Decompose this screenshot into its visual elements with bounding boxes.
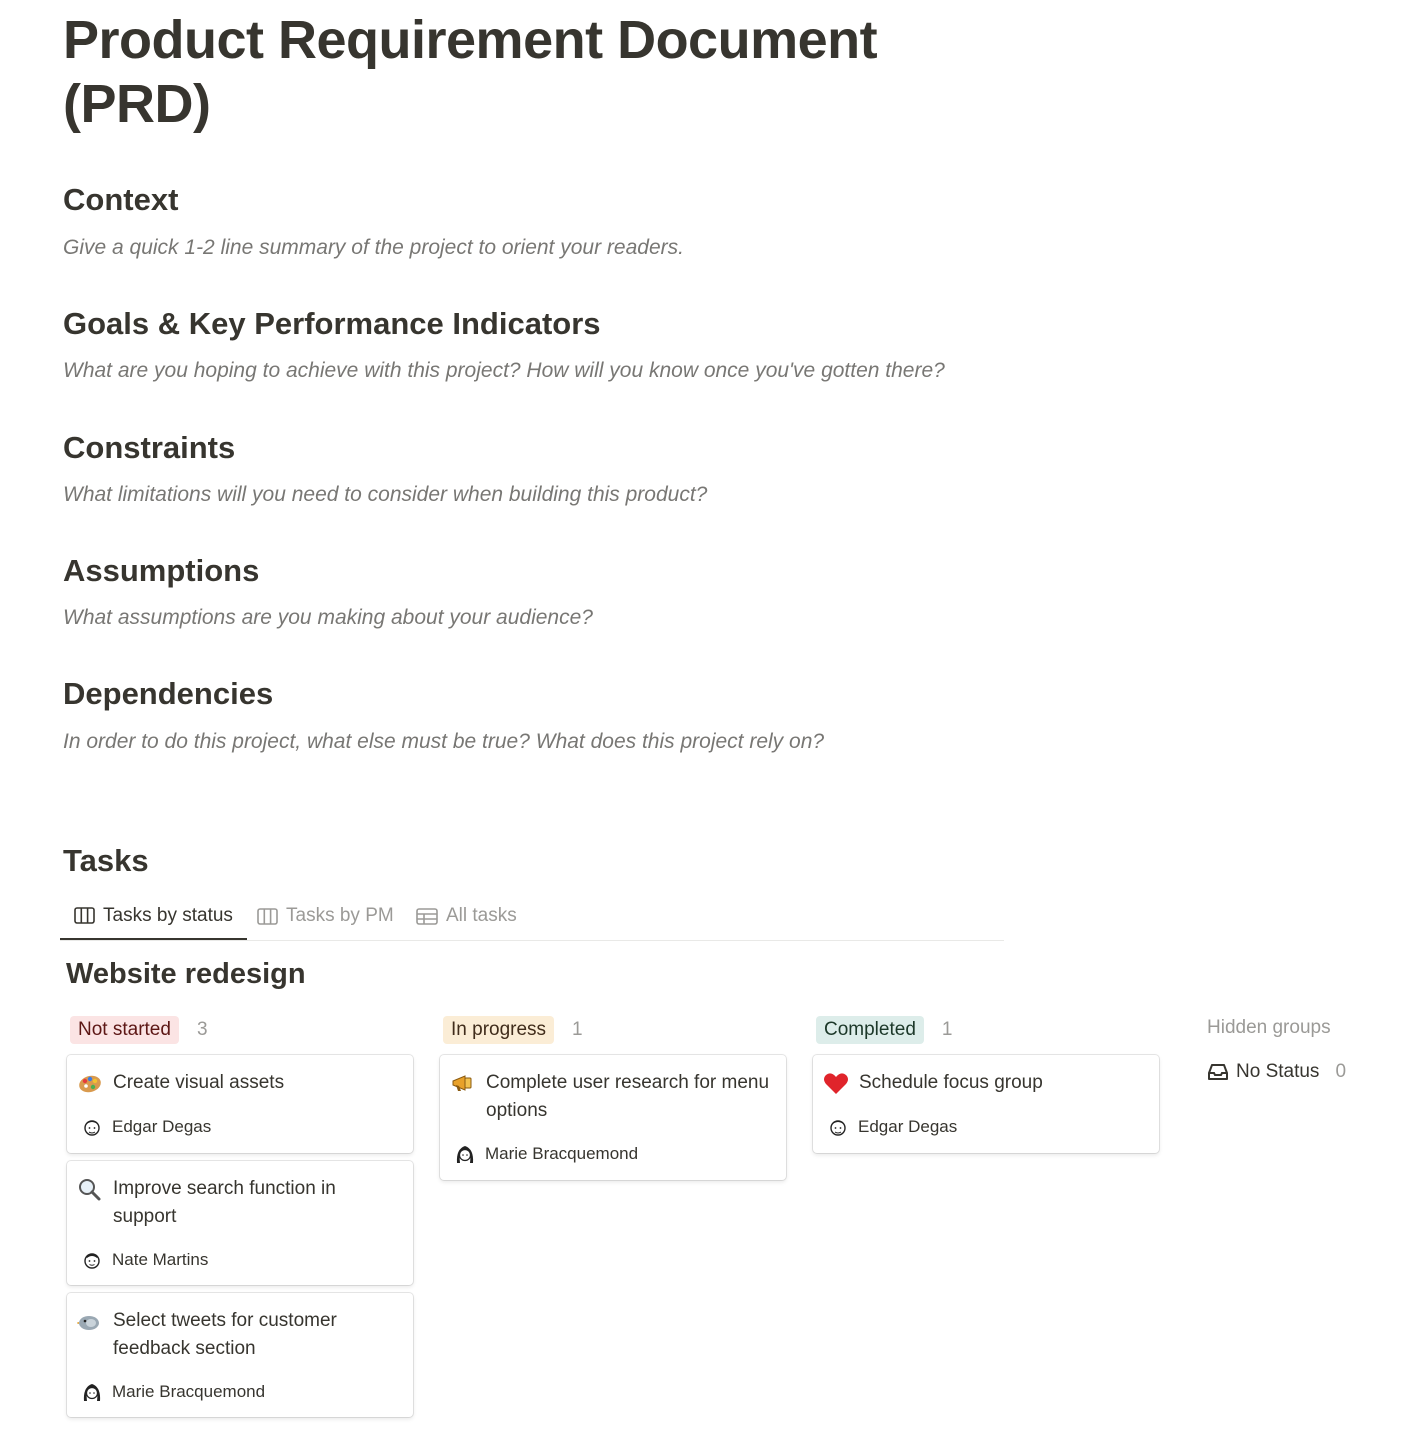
- board-icon: [257, 907, 278, 925]
- task-card[interactable]: Create visual assets Edgar Degas: [67, 1055, 413, 1153]
- status-pill-in-progress: In progress: [443, 1016, 555, 1044]
- tab-tasks-by-status[interactable]: Tasks by status: [60, 893, 247, 940]
- column-completed: Completed 1 Schedule focus group Edgar D…: [813, 1015, 1161, 1153]
- page-title[interactable]: Product Requirement Document (PRD): [63, 8, 963, 136]
- card-title: Select tweets for customer feedback sect…: [113, 1310, 337, 1359]
- card-title: Create visual assets: [113, 1072, 285, 1093]
- assignee-name: Marie Bracquemond: [485, 1144, 639, 1163]
- hidden-groups-label: Hidden groups: [1207, 1017, 1331, 1038]
- task-card[interactable]: Schedule focus group Edgar Degas: [813, 1055, 1159, 1153]
- megaphone-icon: [452, 1075, 472, 1091]
- assumptions-text[interactable]: What assumptions are you making about yo…: [63, 604, 593, 632]
- constraints-text[interactable]: What limitations will you need to consid…: [63, 481, 707, 509]
- assignee-name: Edgar Degas: [112, 1117, 212, 1136]
- card-assignee: Marie Bracquemond: [454, 1143, 638, 1165]
- assignee-name: Marie Bracquemond: [112, 1382, 266, 1401]
- tab-all-tasks[interactable]: All tasks: [416, 893, 517, 939]
- heading-context[interactable]: Context: [63, 181, 178, 219]
- avatar: [830, 1120, 846, 1136]
- tab-label: All tasks: [446, 905, 517, 926]
- heading-assumptions[interactable]: Assumptions: [63, 552, 259, 590]
- task-card[interactable]: Complete user research for menu options …: [440, 1055, 786, 1180]
- tab-tasks-by-pm[interactable]: Tasks by PM: [257, 893, 394, 939]
- heading-dependencies[interactable]: Dependencies: [63, 675, 273, 713]
- avatar: [84, 1120, 100, 1136]
- avatar: [83, 1384, 101, 1401]
- card-assignee: Nate Martins: [81, 1249, 208, 1271]
- card-title: Complete user research for menu options: [486, 1072, 770, 1121]
- status-pill-not-started: Not started: [70, 1016, 179, 1044]
- column-count: 3: [196, 1019, 208, 1040]
- tab-label: Tasks by PM: [286, 905, 394, 926]
- avatar: [456, 1146, 474, 1163]
- hidden-group-count: 0: [1335, 1061, 1347, 1082]
- palette-icon: [79, 1075, 101, 1093]
- board-icon: [74, 907, 95, 924]
- document-page: Product Requirement Document (PRD) Conte…: [0, 0, 1416, 1434]
- card-assignee: Edgar Degas: [81, 1116, 211, 1138]
- column-header[interactable]: Not started 3: [67, 1015, 415, 1045]
- table-icon: [416, 907, 438, 925]
- assignee-name: Edgar Degas: [858, 1117, 958, 1136]
- column-in-progress: In progress 1 Complete user research for…: [440, 1015, 788, 1180]
- assignee-name: Nate Martins: [112, 1250, 209, 1269]
- tab-label: Tasks by status: [103, 904, 233, 926]
- board-title[interactable]: Website redesign: [66, 955, 306, 993]
- card-title: Improve search function in support: [113, 1178, 336, 1227]
- hidden-group-label: No Status: [1236, 1061, 1320, 1082]
- hidden-group-no-status[interactable]: No Status 0: [1208, 1061, 1346, 1083]
- goals-text[interactable]: What are you hoping to achieve with this…: [63, 357, 945, 385]
- tasks-heading[interactable]: Tasks: [63, 842, 149, 880]
- column-header[interactable]: Completed 1: [813, 1015, 1161, 1045]
- card-assignee: Edgar Degas: [827, 1116, 957, 1138]
- bird-icon: [77, 1316, 99, 1330]
- dependencies-text[interactable]: In order to do this project, what else m…: [63, 728, 824, 756]
- column-count: 1: [941, 1019, 953, 1040]
- inbox-icon: [1208, 1064, 1228, 1080]
- avatar: [84, 1253, 100, 1269]
- magnifier-icon: [79, 1179, 101, 1201]
- context-text[interactable]: Give a quick 1-2 line summary of the pro…: [63, 234, 684, 262]
- heading-goals[interactable]: Goals & Key Performance Indicators: [63, 305, 601, 343]
- card-title: Schedule focus group: [859, 1072, 1043, 1093]
- column-not-started: Not started 3 Create visual assets Edgar…: [67, 1015, 415, 1417]
- task-card[interactable]: Improve search function in support Nate …: [67, 1161, 413, 1285]
- heart-icon: [824, 1073, 848, 1094]
- status-pill-completed: Completed: [816, 1016, 924, 1044]
- heading-constraints[interactable]: Constraints: [63, 429, 235, 467]
- task-card[interactable]: Select tweets for customer feedback sect…: [67, 1293, 413, 1417]
- column-count: 1: [572, 1019, 583, 1040]
- column-header[interactable]: In progress 1: [440, 1015, 788, 1045]
- card-assignee: Marie Bracquemond: [81, 1381, 265, 1403]
- view-tabs: Tasks by status Tasks by PM All tasks: [60, 893, 1004, 941]
